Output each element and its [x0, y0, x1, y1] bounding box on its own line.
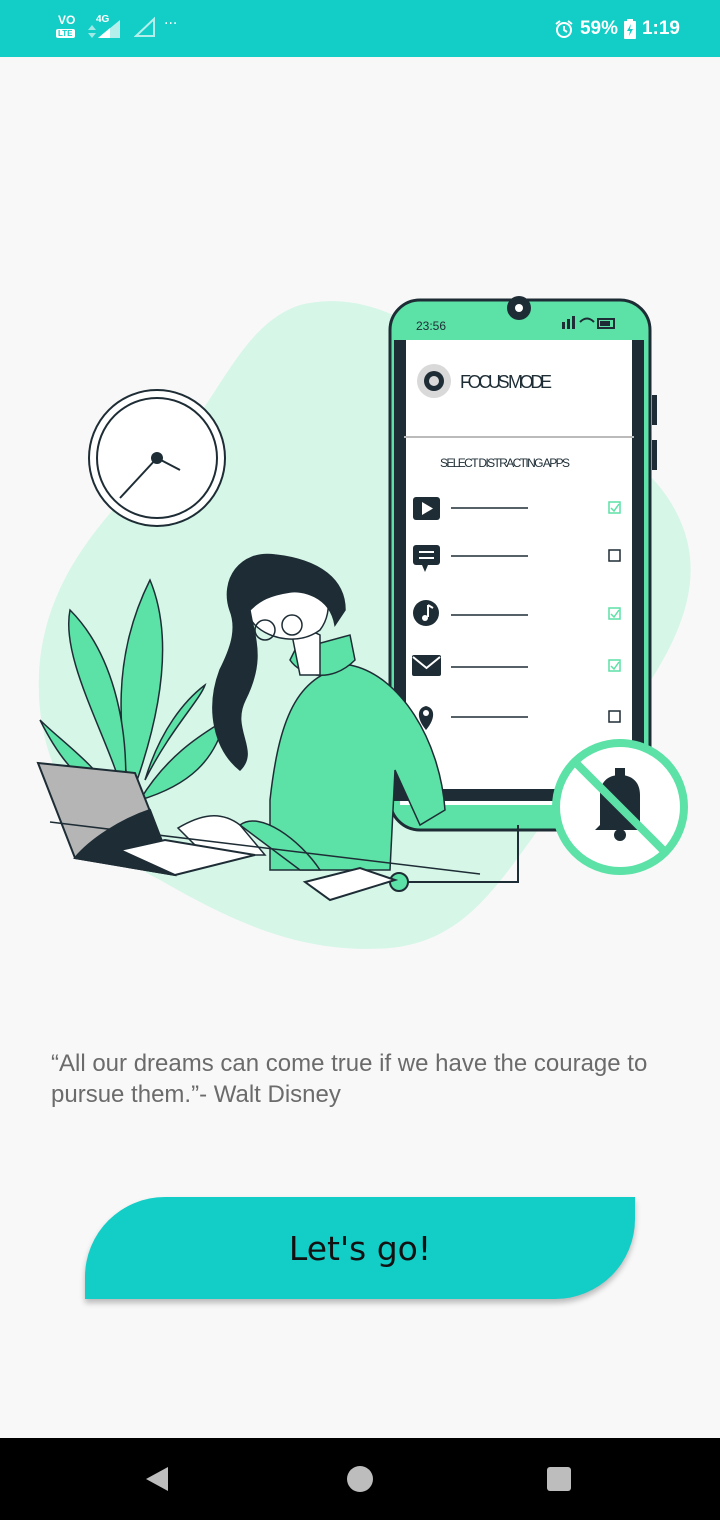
signal-4g-icon: 4G	[86, 14, 126, 40]
focus-mode-logo-icon	[417, 364, 451, 398]
volte-icon: VO LTE	[56, 13, 76, 38]
lets-go-button[interactable]: Let's go!	[85, 1197, 635, 1299]
alarm-icon	[555, 20, 573, 38]
focus-mode-title: FOCUS MODE	[460, 372, 552, 392]
wall-clock-icon	[88, 389, 226, 527]
phone-time: 23:56	[416, 319, 446, 333]
signal-empty-icon	[134, 16, 155, 37]
battery-charging-icon	[623, 19, 636, 39]
home-icon[interactable]	[344, 1463, 376, 1495]
battery-percent: 59%	[579, 18, 618, 39]
focus-mode-illustration: 23:56 FOCUS MODE SELECT DISTRACTING APPS	[36, 296, 691, 949]
more-notifications: ···	[164, 16, 178, 32]
notifications-off-icon	[552, 739, 688, 875]
recents-icon[interactable]	[543, 1463, 575, 1495]
select-apps-label: SELECT DISTRACTING APPS	[440, 456, 570, 470]
navigation-bar	[0, 1438, 720, 1520]
status-bar: VO LTE 4G ··· 59% 1:19	[0, 0, 720, 57]
inspirational-quote: “All our dreams can come true if we have…	[51, 1050, 648, 1108]
back-icon[interactable]	[142, 1463, 174, 1495]
clock-time: 1:19	[641, 18, 680, 39]
